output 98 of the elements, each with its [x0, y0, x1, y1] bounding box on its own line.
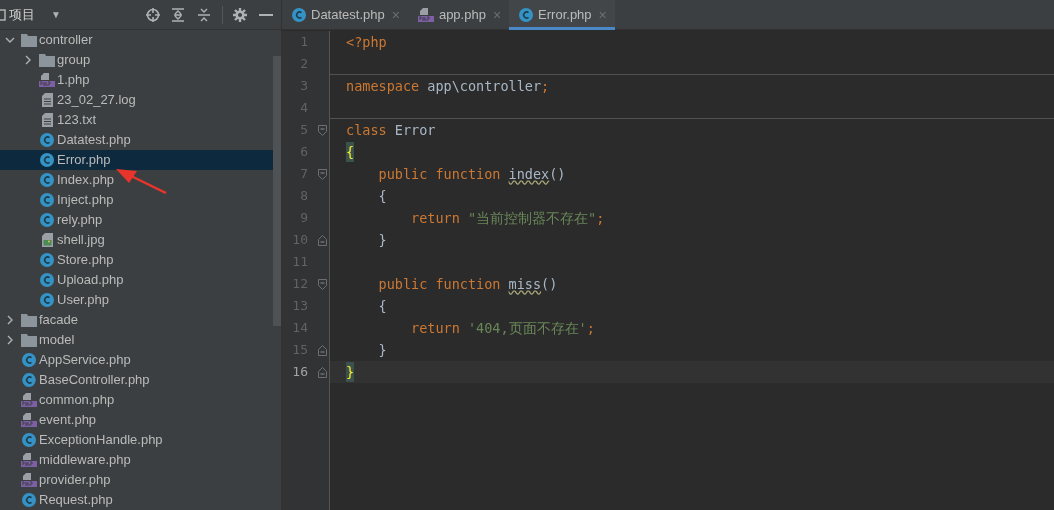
code-token: } [377, 230, 387, 250]
code-token: ; [586, 318, 595, 338]
expand-all-icon[interactable] [172, 7, 184, 22]
php-file-icon [417, 8, 434, 22]
php-file-icon [21, 413, 37, 427]
file-name[interactable]: 23_02_27.log [57, 90, 136, 110]
text-file-icon [41, 93, 53, 107]
file-name[interactable]: Inject.php [57, 190, 114, 210]
file-name[interactable]: ExceptionHandle.php [39, 430, 163, 450]
file-name[interactable]: Store.php [57, 250, 114, 270]
folder-name[interactable]: controller [39, 30, 93, 50]
code-token: namespace [346, 76, 420, 96]
file-name[interactable]: 1.php [57, 70, 90, 90]
code-token: ; [541, 76, 550, 96]
folder-icon [21, 333, 37, 347]
code-token: return [410, 318, 460, 338]
fold-marker-icon[interactable] [317, 278, 327, 290]
file-name[interactable]: Upload.php [57, 270, 124, 290]
class-icon [40, 193, 54, 207]
class-icon [40, 173, 54, 187]
code-token: class [346, 120, 387, 140]
fold-marker-icon[interactable] [317, 124, 327, 136]
file-name[interactable]: Index.php [57, 170, 115, 190]
folder-name[interactable]: model [39, 330, 75, 350]
code-token: <?php [346, 32, 387, 52]
folder-icon [21, 33, 37, 47]
collapse-all-icon[interactable] [198, 7, 210, 22]
file-name[interactable]: Request.php [39, 490, 113, 510]
line-number: 16 [291, 363, 308, 382]
folder-icon [21, 313, 37, 327]
dropdown-caret[interactable]: ▼ [51, 7, 61, 22]
code-token: "当前控制器不存在" [466, 208, 597, 228]
chevron-right-icon[interactable] [25, 55, 31, 65]
file-name[interactable]: middleware.php [39, 450, 131, 470]
php-file-icon [39, 73, 55, 87]
minimize-icon[interactable] [259, 13, 273, 16]
fold-marker-icon[interactable] [317, 234, 327, 246]
code-token: app\controller [426, 76, 542, 96]
code-token: () [541, 274, 558, 294]
class-icon [40, 273, 54, 287]
folder-name[interactable]: group [57, 50, 91, 70]
file-name[interactable]: AppService.php [39, 350, 131, 370]
class-icon [292, 8, 306, 22]
settings-icon[interactable] [233, 7, 247, 22]
folder-name[interactable]: facade [39, 310, 79, 330]
class-icon [519, 8, 534, 22]
class-icon [40, 293, 54, 307]
locate-icon[interactable] [146, 7, 160, 22]
code-token: public function [377, 164, 502, 184]
class-icon [22, 433, 36, 447]
class-icon [40, 153, 54, 167]
file-name[interactable]: provider.php [39, 470, 111, 490]
editor-tab[interactable]: app.php × [407, 0, 510, 30]
code-token: public function [377, 274, 502, 294]
panel-icon [0, 8, 6, 21]
text-file-icon [41, 113, 53, 127]
code-token: { [377, 186, 387, 206]
folder-icon [39, 53, 55, 67]
scrollbar[interactable] [273, 56, 281, 326]
code-token: } [377, 340, 387, 360]
class-icon [22, 493, 36, 507]
file-name[interactable]: shell.jpg [57, 230, 105, 250]
code-token: '404,页面不存在' [466, 318, 587, 338]
php-file-icon [21, 473, 37, 487]
class-icon [40, 133, 54, 147]
code-token: miss [508, 274, 542, 294]
class-icon [22, 353, 36, 367]
class-icon [40, 213, 54, 227]
class-icon [40, 253, 54, 267]
chevron-right-icon[interactable] [7, 335, 13, 345]
code-token: } [346, 361, 355, 383]
code-token: return [410, 208, 460, 228]
chevron-right-icon[interactable] [7, 315, 13, 325]
file-name[interactable]: rely.php [57, 210, 103, 230]
file-name[interactable]: 123.txt [57, 110, 97, 130]
code-token: Error [393, 120, 436, 140]
php-file-icon [21, 393, 37, 407]
chevron-down-icon[interactable] [5, 37, 15, 43]
file-name[interactable]: Error.php [57, 150, 111, 170]
file-name[interactable]: event.php [39, 410, 97, 430]
code-token: ; [596, 208, 605, 228]
abstract-class-icon [21, 373, 37, 387]
file-name[interactable]: common.php [39, 390, 115, 410]
code-token: { [346, 141, 355, 163]
fold-marker-icon[interactable] [317, 168, 327, 180]
code-token: index [508, 164, 550, 184]
file-name[interactable]: Datatest.php [57, 130, 131, 150]
fold-marker-icon[interactable] [317, 366, 327, 378]
code-token: () [549, 164, 566, 184]
editor-tab[interactable]: Error.php × [509, 0, 615, 30]
fold-marker-icon[interactable] [317, 344, 327, 356]
code-token: { [377, 296, 387, 316]
image-file-icon [41, 233, 53, 247]
file-name[interactable]: User.php [57, 290, 110, 310]
file-name[interactable]: BaseController.php [39, 370, 150, 390]
panel-title: 项目 [9, 5, 35, 24]
php-file-icon [21, 453, 37, 467]
editor-tab[interactable]: Datatest.php × [282, 0, 408, 30]
